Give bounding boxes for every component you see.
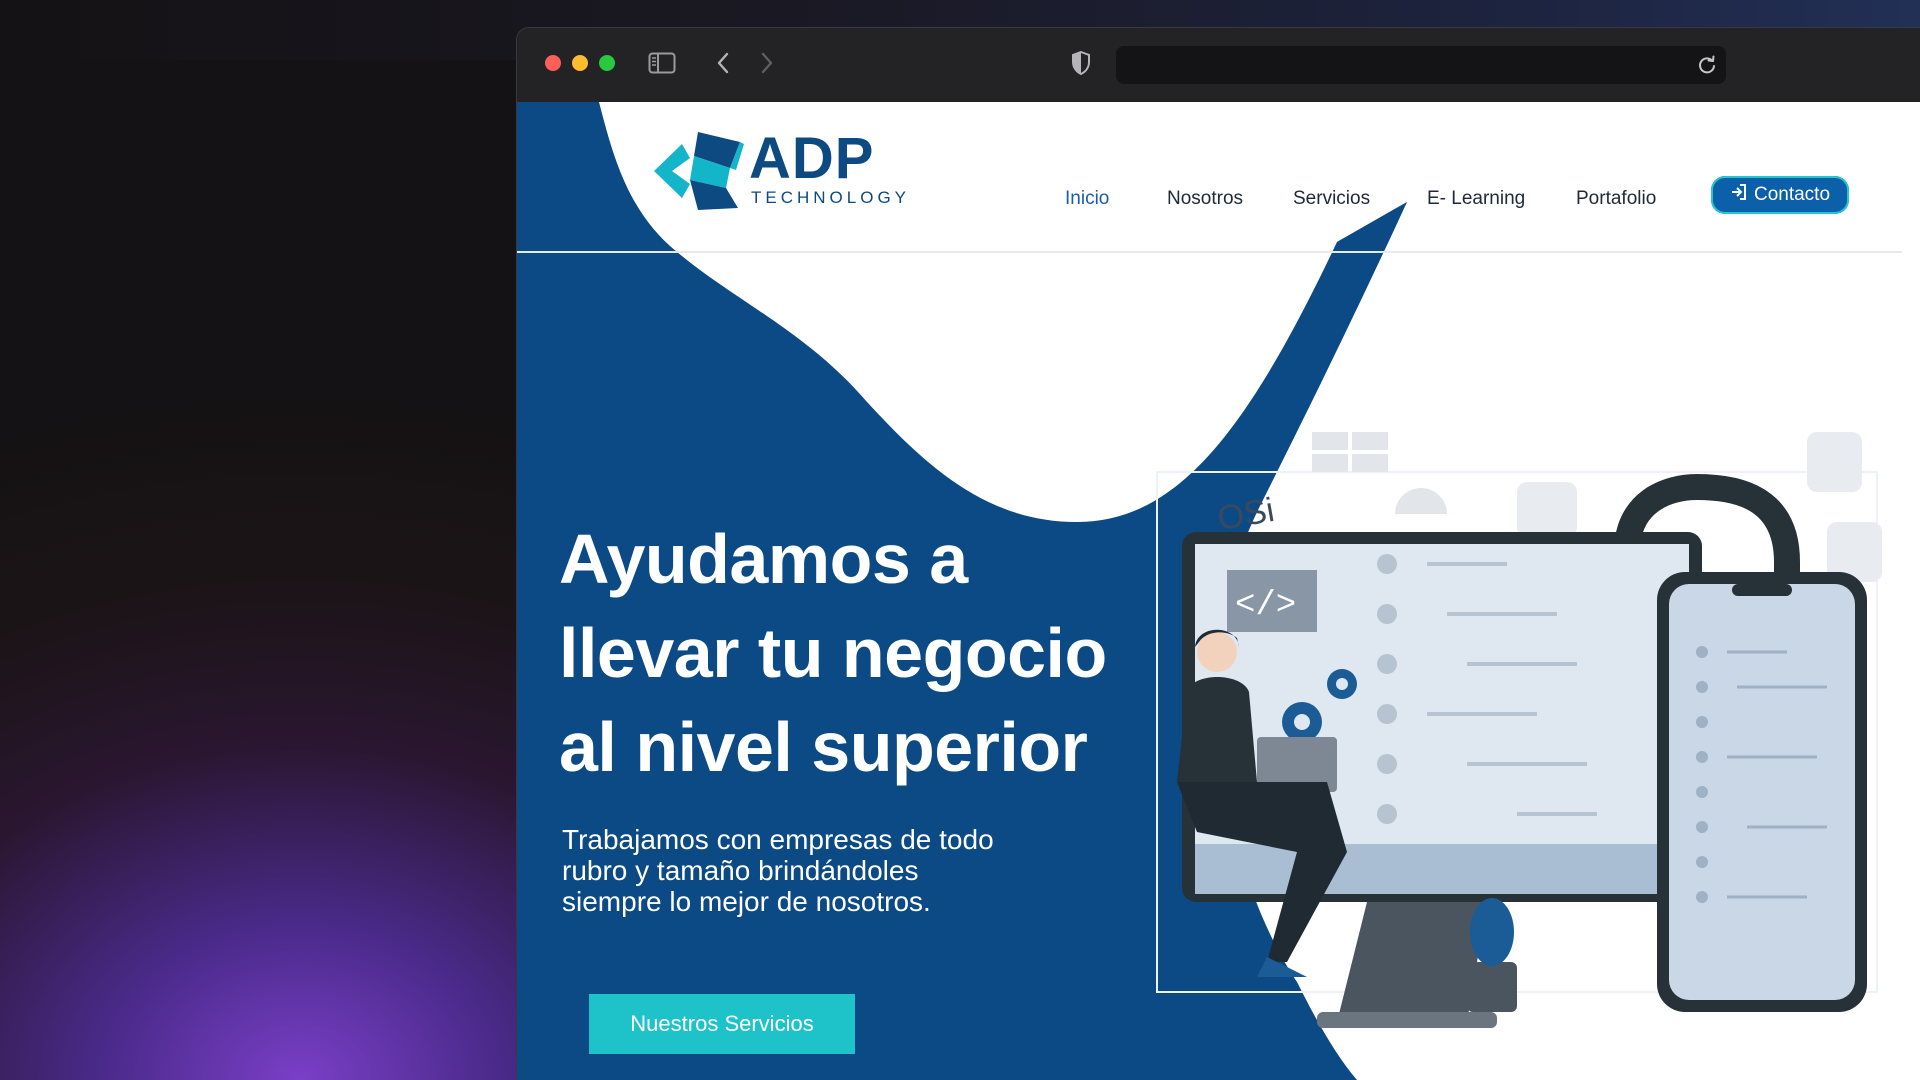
adp-logo-mark-icon <box>654 132 744 210</box>
browser-window: ADP TECHNOLOGY Inicio Nosotros Servicios… <box>517 28 1920 1080</box>
hero-subtitle-line: siempre lo mejor de nosotros. <box>562 886 931 917</box>
hero-title: Ayudamos a llevar tu negocio al nivel su… <box>559 512 1179 794</box>
hero-title-line: al nivel superior <box>559 708 1088 786</box>
document-icon <box>1807 432 1862 492</box>
svg-text:</>: </> <box>1235 587 1296 625</box>
person-avatar <box>1197 632 1237 672</box>
logo-text: ADP <box>749 126 875 191</box>
nav-item-servicios[interactable]: Servicios <box>1293 188 1370 210</box>
maximize-window-button[interactable] <box>599 55 615 71</box>
contact-button-label: Contacto <box>1753 184 1831 205</box>
browser-toolbar <box>517 28 1920 102</box>
navbar: ADP TECHNOLOGY Inicio Nosotros Servicios… <box>517 102 1920 253</box>
adp-logo[interactable]: ADP TECHNOLOGY <box>654 128 914 214</box>
hero-illustration: OSi </> <box>1156 432 1882 1028</box>
reload-icon[interactable] <box>1696 54 1718 76</box>
hero-subtitle-line: Trabajamos con empresas de todo <box>562 824 994 855</box>
minimize-window-button[interactable] <box>572 55 588 71</box>
contact-button[interactable]: Contacto <box>1711 176 1849 214</box>
chat-icon <box>1517 482 1577 537</box>
hero-subtitle-line: rubro y tamaño brindándoles <box>562 855 919 886</box>
nav-item-inicio[interactable]: Inicio <box>1065 188 1109 210</box>
web-page: ADP TECHNOLOGY Inicio Nosotros Servicios… <box>517 102 1920 1080</box>
plant-icon <box>1470 898 1514 966</box>
back-icon[interactable] <box>706 46 740 80</box>
forward-icon[interactable] <box>750 46 784 80</box>
shield-icon[interactable] <box>1064 46 1098 80</box>
services-button[interactable]: Nuestros Servicios <box>589 994 855 1054</box>
ios-label: OSi <box>1215 491 1277 538</box>
close-window-button[interactable] <box>545 55 561 71</box>
nav-item-portafolio[interactable]: Portafolio <box>1576 188 1656 210</box>
nav-item-nosotros[interactable]: Nosotros <box>1167 188 1243 210</box>
android-icon <box>1395 488 1447 514</box>
sidebar-icon[interactable] <box>645 46 679 80</box>
hero-subtitle: Trabajamos con empresas de todo rubro y … <box>562 824 1102 917</box>
logo-subtext: TECHNOLOGY <box>751 188 911 207</box>
login-icon <box>1730 183 1748 207</box>
nav-divider <box>517 251 1902 253</box>
nav-item-e-learning[interactable]: E- Learning <box>1427 188 1525 210</box>
hero-title-line: llevar tu negocio <box>559 614 1107 692</box>
address-bar[interactable] <box>1116 46 1726 84</box>
hero-title-line: Ayudamos a <box>559 520 968 598</box>
